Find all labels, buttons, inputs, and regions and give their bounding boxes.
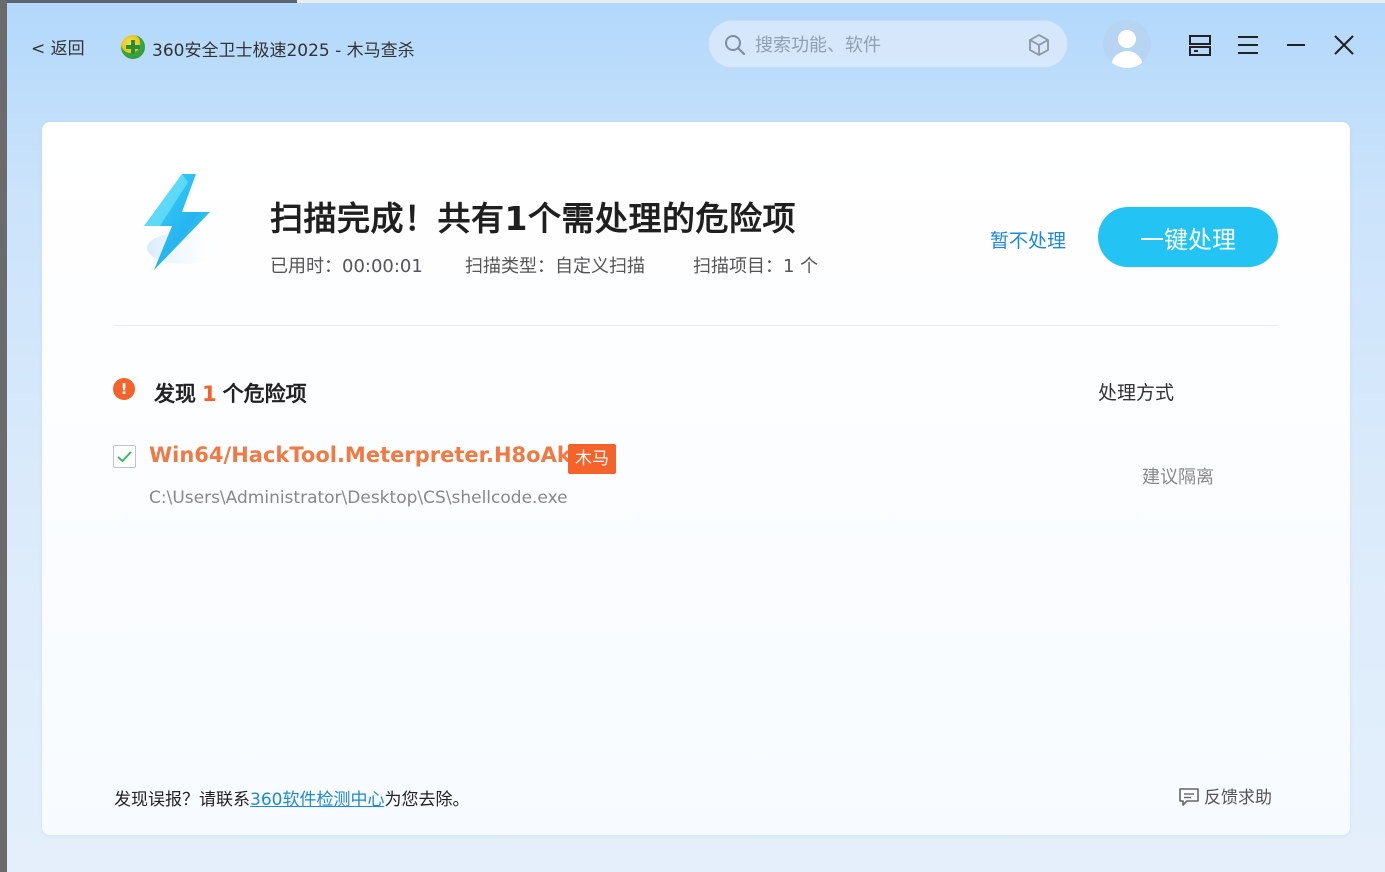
search-icon	[725, 35, 746, 56]
feedback-label: 反馈求助	[1204, 788, 1272, 808]
found-summary: 发现 1 个危险项	[154, 378, 307, 408]
found-suffix: 个危险项	[222, 382, 307, 406]
scan-headline: 扫描完成！共有1个需处理的危险项	[270, 199, 796, 238]
scan-type: 扫描类型：自定义扫描	[465, 256, 645, 277]
warning-icon: !	[113, 378, 135, 400]
search-box[interactable]	[708, 20, 1068, 68]
feedback-button[interactable]: 反馈求助	[1178, 783, 1272, 808]
scan-items: 扫描项目：1 个	[693, 256, 819, 277]
back-button[interactable]: < 返回	[31, 34, 85, 59]
check-icon	[117, 451, 132, 463]
footer-text-before: 发现误报？请联系	[114, 790, 250, 810]
fix-all-button[interactable]: 一键处理	[1098, 207, 1278, 267]
feedback-icon	[1179, 788, 1199, 806]
minimize-icon[interactable]	[1283, 32, 1309, 58]
close-icon[interactable]	[1331, 32, 1357, 58]
threat-name: Win64/HackTool.Meterpreter.H8oAktkA	[149, 443, 612, 467]
threat-path: C:\Users\Administrator\Desktop\CS\shellc…	[149, 488, 568, 508]
top-strip	[7, 0, 1385, 3]
footer-text-after: 为您去除。	[384, 790, 470, 810]
threat-checkbox[interactable]	[113, 445, 136, 468]
detection-center-link[interactable]: 360软件检测中心	[250, 790, 384, 810]
skip-link[interactable]: 暂不处理	[990, 226, 1066, 253]
false-positive-note: 发现误报？请联系360软件检测中心为您去除。	[114, 785, 469, 810]
found-prefix: 发现	[154, 382, 196, 406]
scan-result-card: 扫描完成！共有1个需处理的危险项 已用时：00:00:01 扫描类型：自定义扫描…	[42, 122, 1350, 835]
app-logo-icon	[121, 35, 145, 59]
threat-action[interactable]: 建议隔离	[1142, 463, 1214, 489]
menu-icon[interactable]	[1235, 32, 1261, 58]
lightning-icon	[144, 174, 223, 270]
search-input[interactable]	[755, 32, 1005, 58]
app-window: < 返回 360安全卫士极速2025 - 木马查杀 搜索功能、软件 扫描完成！共…	[7, 0, 1385, 872]
user-avatar[interactable]	[1103, 20, 1151, 68]
found-count: 1	[202, 382, 217, 406]
threat-tag: 木马	[568, 444, 616, 474]
divider	[114, 325, 1278, 326]
app-title: 360安全卫士极速2025 - 木马查杀	[152, 41, 415, 61]
elapsed-time: 已用时：00:00:01	[270, 256, 423, 277]
cube-icon[interactable]	[1027, 33, 1051, 57]
layout-icon[interactable]	[1187, 32, 1213, 58]
action-column-header: 处理方式	[1098, 382, 1175, 404]
